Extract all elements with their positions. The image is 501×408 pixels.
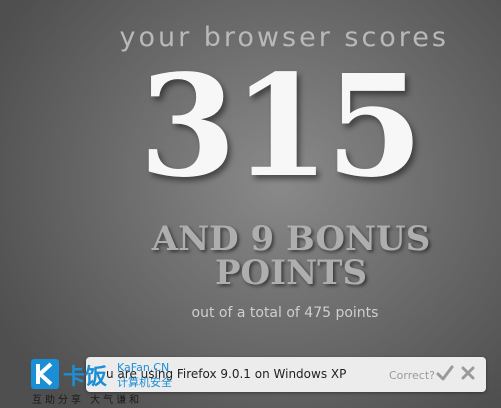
watermark-subtitle: 计算机安全 [117, 376, 172, 389]
bonus-line-1: AND 9 BONUS [151, 219, 431, 259]
bonus-line-2: POINTS [214, 253, 368, 293]
confirm-correct-button[interactable] [436, 363, 454, 383]
total-score: 315 [139, 45, 423, 209]
watermark-name: KaFan.CN [117, 361, 170, 374]
correct-question: Correct? [389, 369, 435, 382]
bonus-points: AND 9 BONUS POINTS [126, 222, 456, 290]
watermark-bottom: 互助分享 大气谦和 [32, 395, 143, 406]
checkmark-icon [436, 365, 454, 381]
cross-icon [461, 366, 475, 380]
watermark-logo-text: 卡饭 [63, 364, 107, 390]
confirm-incorrect-button[interactable] [459, 363, 477, 383]
total-possible-text: out of a total of 475 points [191, 305, 379, 321]
